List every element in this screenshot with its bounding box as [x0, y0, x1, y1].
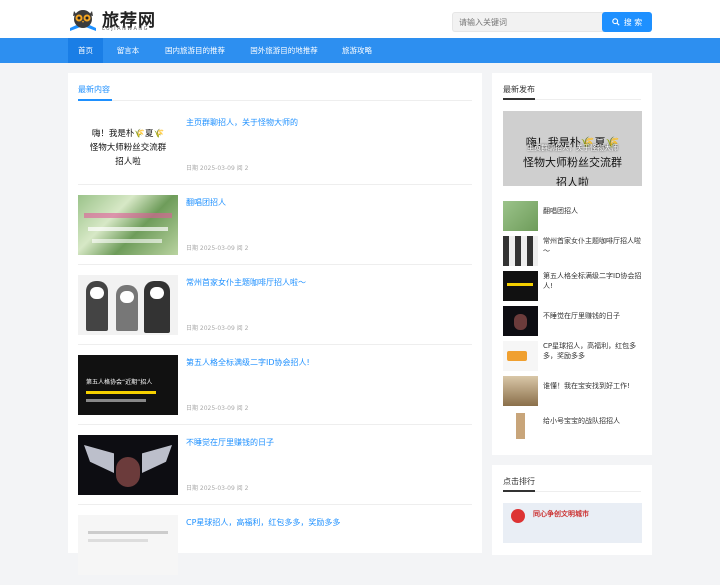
post-title[interactable]: 主页群聊招人，关于怪物大师的: [186, 117, 298, 128]
sidebar-underline: [503, 490, 535, 492]
rank-banner-text: 同心争创文明城市: [533, 510, 589, 518]
main-nav: 首页 留言本 国内旅游目的推荐 国外旅游目的地推荐 旅游攻略: [0, 38, 720, 63]
post-thumbnail[interactable]: [78, 275, 178, 335]
nav-item-domestic[interactable]: 国内旅游目的推荐: [155, 38, 235, 63]
post-meta: 日期 2025-03-09 阅 2: [186, 405, 249, 412]
sidebar-post-item: 第五人格全标满级二字ID协会招人!: [503, 271, 643, 301]
post-title[interactable]: 翻唱团招人: [186, 197, 226, 208]
nav-item-guides[interactable]: 旅游攻略: [332, 38, 382, 63]
sidebar-thumbnail[interactable]: [503, 376, 538, 406]
sidebar-title: 点击排行: [503, 477, 535, 486]
sidebar-thumbnail[interactable]: [503, 201, 538, 231]
sidebar-thumbnail[interactable]: [503, 271, 538, 301]
sidebar-thumbnail[interactable]: [503, 306, 538, 336]
search-input[interactable]: [452, 12, 609, 32]
sidebar-post-link[interactable]: 翻唱团招人: [543, 206, 643, 216]
featured-post[interactable]: 嗨！我是朴🌾夏🌾 怪物大师粉丝交流群 招人啦 主页群聊招人，关于怪物大师: [503, 111, 642, 186]
thumb-text-line: 嗨！我是朴🌾夏🌾: [91, 129, 165, 139]
click-ranking-sidebar: 点击排行 同心争创文明城市: [492, 465, 652, 555]
sidebar-title: 最新发布: [503, 85, 535, 94]
post-title[interactable]: 第五人格全标满级二字ID协会招人!: [186, 357, 310, 368]
post-thumbnail[interactable]: [78, 435, 178, 495]
post-meta: 日期 2025-03-09 阅 2: [186, 165, 249, 172]
feature-text-line: 怪物大师粉丝交流群: [523, 156, 622, 169]
sidebar-post-item: CP星球招人，高福利，红包多多，奖励多多: [503, 341, 643, 371]
owl-logo-icon: [70, 10, 96, 31]
brand-subtitle: LUJIANWANG: [102, 26, 150, 32]
sidebar-post-link[interactable]: 不睡觉在厅里赚钱的日子: [543, 311, 643, 321]
post-thumbnail[interactable]: [78, 515, 178, 575]
thumb-text-line: 第五人格协会“近期”招人: [86, 379, 153, 386]
nav-item-abroad[interactable]: 国外旅游目的地推荐: [240, 38, 328, 63]
sidebar-post-link[interactable]: CP星球招人，高福利，红包多多，奖励多多: [543, 341, 643, 361]
post-item: 不睡觉在厅里赚钱的日子 日期 2025-03-09 阅 2: [78, 425, 472, 505]
post-thumbnail[interactable]: 第五人格协会“近期”招人: [78, 355, 178, 415]
section-underline: [78, 99, 112, 101]
nav-item-guestbook[interactable]: 留言本: [108, 38, 148, 63]
post-thumbnail[interactable]: 嗨！我是朴🌾夏🌾 怪物大师粉丝交流群 招人啦: [78, 115, 178, 175]
search-icon: [611, 18, 620, 26]
sidebar-thumbnail[interactable]: [503, 341, 538, 371]
post-item: 常州首家女仆主题咖啡厅招人啦～ 日期 2025-03-09 阅 2: [78, 265, 472, 345]
post-item: 嗨！我是朴🌾夏🌾 怪物大师粉丝交流群 招人啦 主页群聊招人，关于怪物大师的 日期…: [78, 105, 472, 185]
section-title: 最新内容: [78, 85, 110, 94]
sidebar-post-link[interactable]: 谁懂！我在宝安找到好工作!: [543, 381, 643, 391]
post-title[interactable]: 常州首家女仆主题咖啡厅招人啦～: [186, 277, 306, 288]
site-logo[interactable]: 旅荐网 LUJIANWANG: [68, 6, 168, 34]
latest-posts-sidebar: 最新发布 嗨！我是朴🌾夏🌾 怪物大师粉丝交流群 招人啦 主页群聊招人，关于怪物大…: [492, 73, 652, 455]
post-meta: 日期 2025-03-09 阅 2: [186, 485, 249, 492]
sidebar-post-item: 常州首家女仆主题咖啡厅招人啦～: [503, 236, 643, 266]
sidebar-post-link[interactable]: 给小号宝宝的战队招招人: [543, 416, 643, 426]
thumb-text-line: 怪物大师粉丝交流群: [89, 143, 167, 153]
search-button-label: 搜 索: [623, 17, 643, 27]
sidebar-post-item: 谁懂！我在宝安找到好工作!: [503, 376, 643, 406]
search-bar: 搜 索: [452, 12, 652, 32]
latest-content-panel: 最新内容 嗨！我是朴🌾夏🌾 怪物大师粉丝交流群 招人啦 主页群聊招人，关于怪物大…: [68, 73, 482, 575]
post-item: 翻唱团招人 日期 2025-03-09 阅 2: [78, 185, 472, 265]
post-meta: 日期 2025-03-09 阅 2: [186, 245, 249, 252]
sidebar-post-link[interactable]: 常州首家女仆主题咖啡厅招人啦～: [543, 236, 643, 256]
feature-text-line: 招人啦: [556, 176, 589, 186]
post-item: 第五人格协会“近期”招人 第五人格全标满级二字ID协会招人! 日期 2025-0…: [78, 345, 472, 425]
post-thumbnail[interactable]: [78, 195, 178, 255]
post-title[interactable]: 不睡觉在厅里赚钱的日子: [186, 437, 274, 448]
sidebar-thumbnail[interactable]: [503, 236, 538, 266]
post-item: CP星球招人，高福利，红包多多，奖励多多: [78, 505, 472, 585]
sidebar-post-link[interactable]: 第五人格全标满级二字ID协会招人!: [543, 271, 643, 291]
sidebar-thumbnail[interactable]: [503, 411, 538, 441]
sidebar-post-item: 翻唱团招人: [503, 201, 643, 231]
thumb-text-line: 招人啦: [115, 157, 141, 167]
post-title[interactable]: CP星球招人，高福利，红包多多，奖励多多: [186, 517, 340, 528]
search-button[interactable]: 搜 索: [602, 12, 652, 32]
rank-banner[interactable]: 同心争创文明城市: [503, 503, 642, 543]
sidebar-post-item: 给小号宝宝的战队招招人: [503, 411, 643, 441]
sidebar-post-item: 不睡觉在厅里赚钱的日子: [503, 306, 643, 336]
feature-caption: 主页群聊招人，关于怪物大师: [527, 144, 618, 152]
nav-item-home[interactable]: 首页: [68, 38, 103, 63]
sidebar-underline: [503, 98, 535, 100]
post-meta: 日期 2025-03-09 阅 2: [186, 325, 249, 332]
site-header: 旅荐网 LUJIANWANG 搜 索: [0, 0, 720, 38]
section-divider: [78, 100, 472, 101]
